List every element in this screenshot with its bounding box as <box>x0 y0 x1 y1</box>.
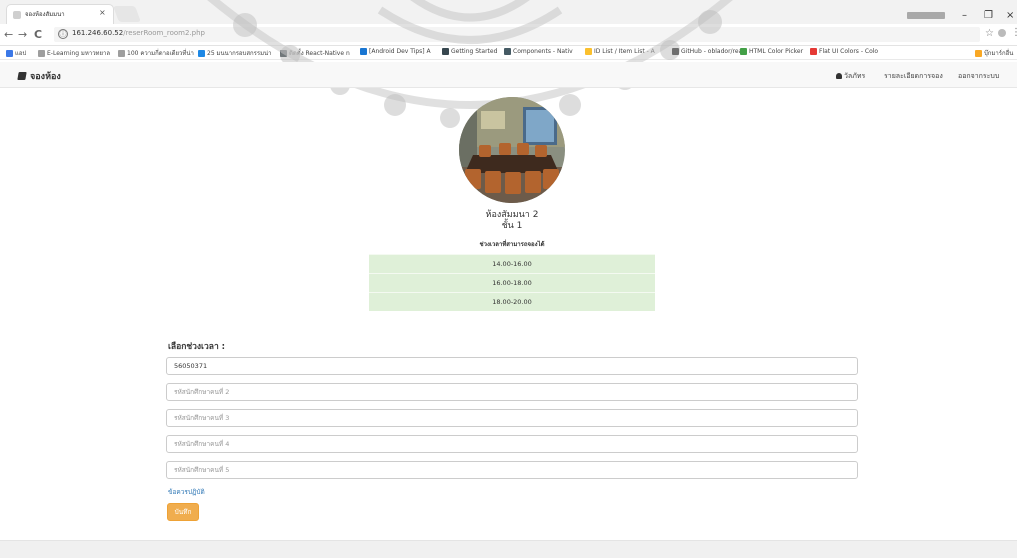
bookmark-label: 100 ความกี่ดาอเดียวที่น่า <box>127 50 194 57</box>
bookmark-item[interactable]: GitHub - oblador/rea <box>672 48 742 55</box>
bookmark-item[interactable]: แอป <box>6 48 26 58</box>
student-id-field-4[interactable] <box>166 435 858 453</box>
site-icon <box>442 48 449 55</box>
room-photo <box>459 97 565 203</box>
new-tab-button[interactable] <box>113 6 141 22</box>
bookmark-item[interactable]: Components - Nativ <box>504 48 573 55</box>
bookmark-label: E-Learning มหาวทยาล <box>47 50 111 57</box>
bookmark-label: Flat UI Colors - Colo <box>819 48 879 55</box>
extension-icon[interactable] <box>998 29 1006 37</box>
bookmark-item[interactable]: [Android Dev Tips] A <box>360 48 431 55</box>
bookmark-label: Getting Started <box>451 48 498 55</box>
bookmark-label: HTML Color Picker <box>749 48 804 55</box>
bookmark-item[interactable]: Getting Started <box>442 48 497 55</box>
site-icon <box>585 48 592 55</box>
available-slots-heading: ช่วงเวลาที่สามารถจองได้ <box>479 241 545 248</box>
bookmark-item[interactable]: Flat UI Colors - Colo <box>810 48 878 55</box>
site-icon <box>360 48 367 55</box>
url-host: 161.246.60.52 <box>72 29 124 37</box>
apps-icon <box>6 49 13 57</box>
available-slots-table: 14.00-16.00 16.00-18.00 18.00-20.00 <box>369 254 655 311</box>
back-icon[interactable]: ← <box>4 28 13 41</box>
user-icon <box>836 73 842 79</box>
folder-icon <box>975 49 982 57</box>
page-icon <box>118 49 125 57</box>
user-profile-link[interactable]: วัลภัทร <box>836 71 865 82</box>
logout-link[interactable]: ออกจากระบบ <box>958 71 999 82</box>
browser-menu-icon[interactable]: ⋮ <box>1011 27 1017 38</box>
bookmark-star-icon[interactable]: ☆ <box>985 28 994 39</box>
site-icon <box>504 48 511 55</box>
slot-row: 18.00-20.00 <box>369 292 655 311</box>
select-time-label: เลือกช่วงเวลา : <box>168 342 226 352</box>
site-navbar: จองห้อง วัลภัทร รายละเอียดการจอง ออกจากร… <box>0 62 1017 88</box>
close-window-icon[interactable]: × <box>1006 10 1014 21</box>
page-footer <box>0 540 1017 558</box>
forward-icon[interactable]: → <box>18 28 27 41</box>
bookmarks-bar: แอป E-Learning มหาวทยาล 100 ความกี่ดาอเดีย… <box>0 46 1017 60</box>
save-button[interactable]: บันทึก <box>167 503 199 521</box>
student-id-field-2[interactable] <box>166 383 858 401</box>
site-icon <box>280 49 287 57</box>
bookmark-item[interactable]: 25 มนนากรอบสกรรมน่า <box>198 48 272 58</box>
bookmark-label: 25 มนนากรอบสกรรมน่า <box>207 50 272 57</box>
page-icon <box>38 49 45 57</box>
bookmark-label: [Android Dev Tips] A <box>369 48 431 55</box>
site-icon <box>740 48 747 55</box>
brand-label: จองห้อง <box>30 72 61 82</box>
bookmark-label: บุ๊กมาร์กอื่น <box>984 50 1014 57</box>
site-icon <box>810 48 817 55</box>
bookmark-label: แอป <box>15 50 27 57</box>
site-icon <box>198 49 205 57</box>
address-bar: ← → C ⓘ 161.246.60.52/reserRoom_room2.ph… <box>0 24 1017 46</box>
bookmark-label: ติดตั้ง React-Native n <box>289 50 350 57</box>
bookmark-item[interactable]: HTML Color Picker <box>740 48 803 55</box>
url-input[interactable]: ⓘ 161.246.60.52/reserRoom_room2.php <box>54 27 980 42</box>
reload-icon[interactable]: C <box>34 28 42 41</box>
slot-row: 16.00-18.00 <box>369 273 655 292</box>
bookmark-label: Components - Nativ <box>513 48 573 55</box>
bookmark-item[interactable]: E-Learning มหาวทยาล <box>38 48 110 58</box>
github-icon <box>672 48 679 55</box>
terms-link[interactable]: ข้อควรปฏิบัติ <box>168 487 205 497</box>
minimize-icon[interactable]: – <box>962 10 967 21</box>
browser-tab[interactable]: จองห้องสัมมนา × <box>6 4 114 24</box>
student-id-field-1[interactable] <box>166 357 858 375</box>
user-name: วัลภัทร <box>844 72 866 80</box>
url-text: 161.246.60.52/reserRoom_room2.php <box>72 29 205 37</box>
student-id-field-5[interactable] <box>166 461 858 479</box>
slot-row: 14.00-16.00 <box>369 254 655 273</box>
info-icon[interactable]: ⓘ <box>58 29 68 39</box>
room-floor: ชั้น 1 <box>501 221 523 231</box>
maximize-icon[interactable]: ❐ <box>984 10 993 21</box>
student-id-field-3[interactable] <box>166 409 858 427</box>
booking-details-link[interactable]: รายละเอียดการจอง <box>884 71 943 82</box>
brand-link[interactable]: จองห้อง <box>17 69 61 83</box>
browser-tabstrip: จองห้องสัมมนา × – ❐ × <box>0 0 1017 24</box>
url-path: /reserRoom_room2.php <box>123 29 205 37</box>
book-icon <box>17 72 27 80</box>
tab-favicon-icon <box>13 11 21 19</box>
bookmark-label: ID List / Item List - A <box>594 48 655 55</box>
bookmark-item[interactable]: บุ๊กมาร์กอื่น <box>975 48 1013 58</box>
bookmark-label: GitHub - oblador/rea <box>681 48 743 55</box>
bookmark-item[interactable]: 100 ความกี่ดาอเดียวที่น่า <box>118 48 194 58</box>
tab-title: จองห้องสัมมนา <box>25 11 65 18</box>
tab-close-icon[interactable]: × <box>99 8 106 17</box>
profile-chip[interactable] <box>907 12 945 19</box>
bookmark-item[interactable]: ติดตั้ง React-Native n <box>280 48 350 58</box>
bookmark-item[interactable]: ID List / Item List - A <box>585 48 655 55</box>
